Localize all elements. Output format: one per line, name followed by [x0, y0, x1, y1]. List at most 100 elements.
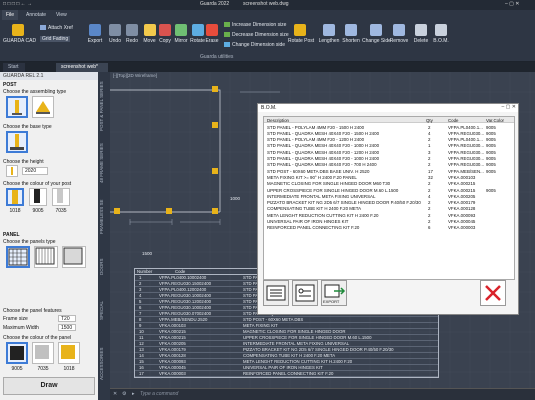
bom-cell-qty: 2 [428, 219, 431, 224]
mirror-button[interactable]: Mirror [173, 24, 189, 54]
window-controls[interactable]: – ▢ ✕ [505, 1, 519, 7]
bom-col-qty[interactable]: Qty [426, 118, 433, 123]
base-type-option-1[interactable] [6, 131, 28, 153]
undo-button[interactable]: Undo [107, 24, 123, 54]
vtab-post-panel-series[interactable]: POST & PANEL SERIES [99, 76, 109, 136]
bom-table[interactable]: Description Qty Code Var.Color STD PANEL… [263, 116, 515, 280]
wrench-icon[interactable]: ⚙ [122, 391, 126, 397]
attach-xref-button[interactable]: Attach Xref [40, 25, 73, 31]
export-button[interactable]: Export [86, 24, 104, 54]
delete-button[interactable]: Delete [412, 24, 430, 54]
viewport-label[interactable]: [-][Top][2D Wireframe] [113, 73, 157, 78]
redo-button[interactable]: Redo [124, 24, 140, 54]
panel-colour-1018[interactable] [58, 342, 80, 364]
bom-row[interactable]: UNIVERSAL PAIR OF IRON HINGES KIT 2 VFKA.0… [264, 219, 514, 225]
drawing-cell-number: 1 [139, 275, 142, 280]
frame-size-select[interactable]: T20 [58, 315, 76, 322]
bom-row[interactable]: META FIXING KIT >= 90° H 2400 F.20 PANEL… [264, 174, 514, 180]
drawing-table-header-number: Number [137, 269, 153, 274]
quick-access-toolbar[interactable]: □ □ □ □ ← → [3, 1, 32, 7]
bom-export-button[interactable]: EXPORT [321, 280, 347, 306]
bom-button[interactable]: B.O.M. [432, 24, 450, 54]
bom-row[interactable]: META LENGHT REDUCTION CUTTING KIT H 2400… [264, 212, 514, 218]
assembling-type-option-2[interactable] [32, 96, 54, 118]
bom-row[interactable]: STD PANEL - POLYLAM 4MM F20 - 1500 H 240… [264, 124, 514, 130]
bom-cell-description: STD PANEL - QUADRA MESH 40X40 F20 - 1200… [267, 149, 380, 155]
bom-cell-description: META LENGHT REDUCTION CUTTING KIT H 2400… [267, 212, 379, 218]
panel-type-solid[interactable] [62, 246, 86, 268]
bom-row[interactable]: STD PANEL - QUADRA MESH 40X40 F20 - 1200… [264, 149, 514, 155]
panel-colour-7035[interactable] [32, 342, 54, 364]
tab-annotate[interactable]: Annotate [22, 10, 50, 20]
guarda-panel: GUARDA REL 2.1 POST Choose the assemblin… [0, 72, 98, 400]
bom-cell-description: META FIXING KIT >= 90° H 2400 F.20 PANEL [267, 174, 357, 180]
vtab-accessories[interactable]: ACCESSORIES [99, 334, 109, 394]
rotate-button[interactable]: Rotate [190, 24, 205, 54]
vtab-frameless[interactable]: FRAMELESS SE [99, 192, 109, 242]
bom-row[interactable]: STD PANEL - QUADRA MESH 40X40 F20 - 1000… [264, 156, 514, 162]
tab-file[interactable]: File [2, 10, 19, 20]
post-colour-1018[interactable] [6, 188, 24, 206]
remove-button[interactable]: Remove [389, 24, 409, 54]
change-side-button[interactable]: Change Side [362, 24, 391, 54]
bom-row[interactable]: STD PANEL - QUADRA MESH 40X40 F20 - 1500… [264, 130, 514, 136]
decrease-dimension-button[interactable]: Decrease Dimension size [224, 32, 289, 38]
panel-colour-9005[interactable] [6, 342, 28, 364]
rotate-post-button[interactable]: Rotate Post [288, 24, 314, 54]
bom-close-button[interactable] [480, 280, 506, 306]
bom-row[interactable]: STD PANEL - QUADRA MESH 40X40 F20 - 700 … [264, 162, 514, 168]
assembling-type-option-1[interactable] [6, 96, 28, 118]
bom-window-controls[interactable]: – ▢ ✕ [502, 104, 516, 110]
guarda-logo-icon [12, 24, 24, 36]
bom-row[interactable]: COMPENSATING TUBE KIT H 2400 F.20 META 2 V… [264, 206, 514, 212]
bom-key-button[interactable] [292, 280, 318, 306]
draw-button[interactable]: Draw [3, 377, 95, 395]
vtab-48-frame-series[interactable]: 48 FRAME SERIES [99, 138, 109, 188]
copy-button[interactable]: Copy [158, 24, 172, 54]
increase-dimension-button[interactable]: Increase Dimension size [224, 22, 286, 28]
tab-drawing[interactable]: screenshot web* [56, 63, 108, 72]
vtab-special[interactable]: SPECIAL [99, 290, 109, 330]
drawing-cell-code: VFKA.000215 [159, 329, 186, 334]
lengthen-button[interactable]: Lengthen [318, 24, 340, 54]
drawing-cell-number: 13 [139, 347, 144, 352]
bom-row[interactable]: REINFORCED PANEL CONNECTING KIT F.20 6 VFK… [264, 225, 514, 231]
erase-button[interactable]: Erase [205, 24, 219, 54]
tab-view[interactable]: View [52, 10, 71, 20]
shorten-button[interactable]: Shorten [340, 24, 362, 54]
vtab-doors[interactable]: DOORS [99, 247, 109, 287]
command-input[interactable]: Type a command [140, 391, 178, 397]
bom-col-description[interactable]: Description [267, 118, 289, 123]
height-select[interactable]: 2020 [22, 167, 48, 175]
drawing-cell-description: META FIXING KIT [243, 323, 278, 328]
bom-row[interactable]: INTERMEDIATE FRONTAL META FIXING UNIVERS… [264, 193, 514, 199]
bom-row[interactable]: STD PANEL - POLYLAM 4MM F20 - 1200 H 240… [264, 137, 514, 143]
bom-col-code[interactable]: Code [448, 118, 459, 123]
max-width-select[interactable]: 1500 [58, 324, 76, 331]
shorten-icon [345, 24, 357, 36]
bom-row[interactable]: PIZZATO BRACKET KIT NG 2D5 6/7 SINGLE HI… [264, 200, 514, 206]
post-colour-7035[interactable] [52, 188, 70, 206]
move-button[interactable]: Move [142, 24, 157, 54]
panel-type-mesh[interactable] [6, 246, 30, 268]
grid-fading-control[interactable]: Grid Fading [40, 36, 71, 42]
guarda-cad-button[interactable]: GUARDA CAD [3, 24, 36, 54]
command-prompt-icon: ▸ [132, 391, 135, 397]
drawing-cell-code: VFKA.000179 [159, 347, 186, 352]
bom-row[interactable]: STD PANEL - QUADRA MESH 40X40 F20 - 1000… [264, 143, 514, 149]
change-dimension-side-button[interactable]: Change Dimension side [224, 42, 285, 48]
tab-start[interactable]: Start [3, 63, 25, 72]
bom-row[interactable]: UPPER CROSSPIECE FOR SINGLE HINGED DOOR … [264, 187, 514, 193]
bom-row[interactable]: STD POST - 60X60 META DBS BASE UNIV. H 2… [264, 168, 514, 174]
panel-type-grid[interactable] [34, 246, 58, 268]
close-icon[interactable]: ✕ [113, 391, 117, 397]
bom-col-color[interactable]: Var.Color [486, 118, 504, 123]
corner-post-icon [36, 101, 50, 114]
category-tabs: POST & PANEL SERIES 48 FRAME SERIES FRAM… [98, 72, 110, 400]
drawing-cell-number: 2 [139, 281, 142, 286]
bom-cell-code: VFPA.REGU030... [448, 130, 485, 136]
bom-row[interactable]: MAGNETIC CLOSING FOR SINGLE HINGED DOOR … [264, 181, 514, 187]
post-colour-9005[interactable] [29, 188, 47, 206]
bom-cell-code: VFKA.000205 [448, 193, 476, 199]
bom-print-button[interactable] [263, 280, 289, 306]
